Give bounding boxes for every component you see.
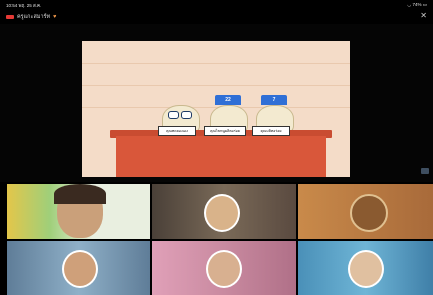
name-plate-1: คุณทดลองเอง [158, 126, 196, 136]
participant-tile-1[interactable] [7, 184, 150, 239]
close-icon[interactable]: ✕ [420, 12, 427, 20]
glasses-icon [166, 111, 194, 120]
participant-tile-6[interactable] [298, 241, 433, 295]
meeting-title-bar: ครูแกะสมาร์ท ♥ [0, 11, 433, 23]
status-battery: 74% [412, 2, 422, 7]
status-date: พฤ. 25 ส.ค. [18, 2, 42, 8]
status-bar: 10:54 พฤ. 25 ส.ค. ◡ 74% ▭ [0, 0, 433, 10]
participant-avatar-6 [348, 250, 384, 288]
battery-icon: ▭ [422, 2, 427, 7]
participant-tile-5[interactable] [152, 241, 296, 295]
hat-number-22: 22 [215, 95, 241, 105]
slide: 22 7 คุณทดลองเอง คุณไขหนูผลิตอร่อย คุณมล… [82, 41, 350, 177]
participant-grid [0, 184, 433, 295]
name-plate-2: คุณไขหนูผลิตอร่อย [204, 126, 246, 136]
status-time: 10:54 [6, 2, 18, 8]
hat-number-7: 7 [261, 95, 287, 105]
wifi-icon: ◡ [407, 2, 412, 7]
meeting-title: ครูแกะสมาร์ท [17, 14, 51, 20]
record-icon [6, 15, 14, 19]
participant-avatar-5 [206, 250, 242, 288]
chat-icon[interactable] [421, 168, 429, 174]
name-plate-3: คุณมลิทอร่อย [252, 126, 290, 136]
participant-tile-4[interactable] [7, 241, 150, 295]
heart-icon: ♥ [53, 14, 57, 20]
participant-avatar-4 [62, 250, 98, 288]
participant-avatar-3 [350, 194, 388, 232]
shared-screen: 22 7 คุณทดลองเอง คุณไขหนูผลิตอร่อย คุณมล… [0, 24, 433, 182]
participant-tile-3[interactable] [298, 184, 433, 239]
desk [116, 136, 326, 177]
participant-tile-2[interactable] [152, 184, 296, 239]
participant-avatar-2 [204, 194, 240, 232]
